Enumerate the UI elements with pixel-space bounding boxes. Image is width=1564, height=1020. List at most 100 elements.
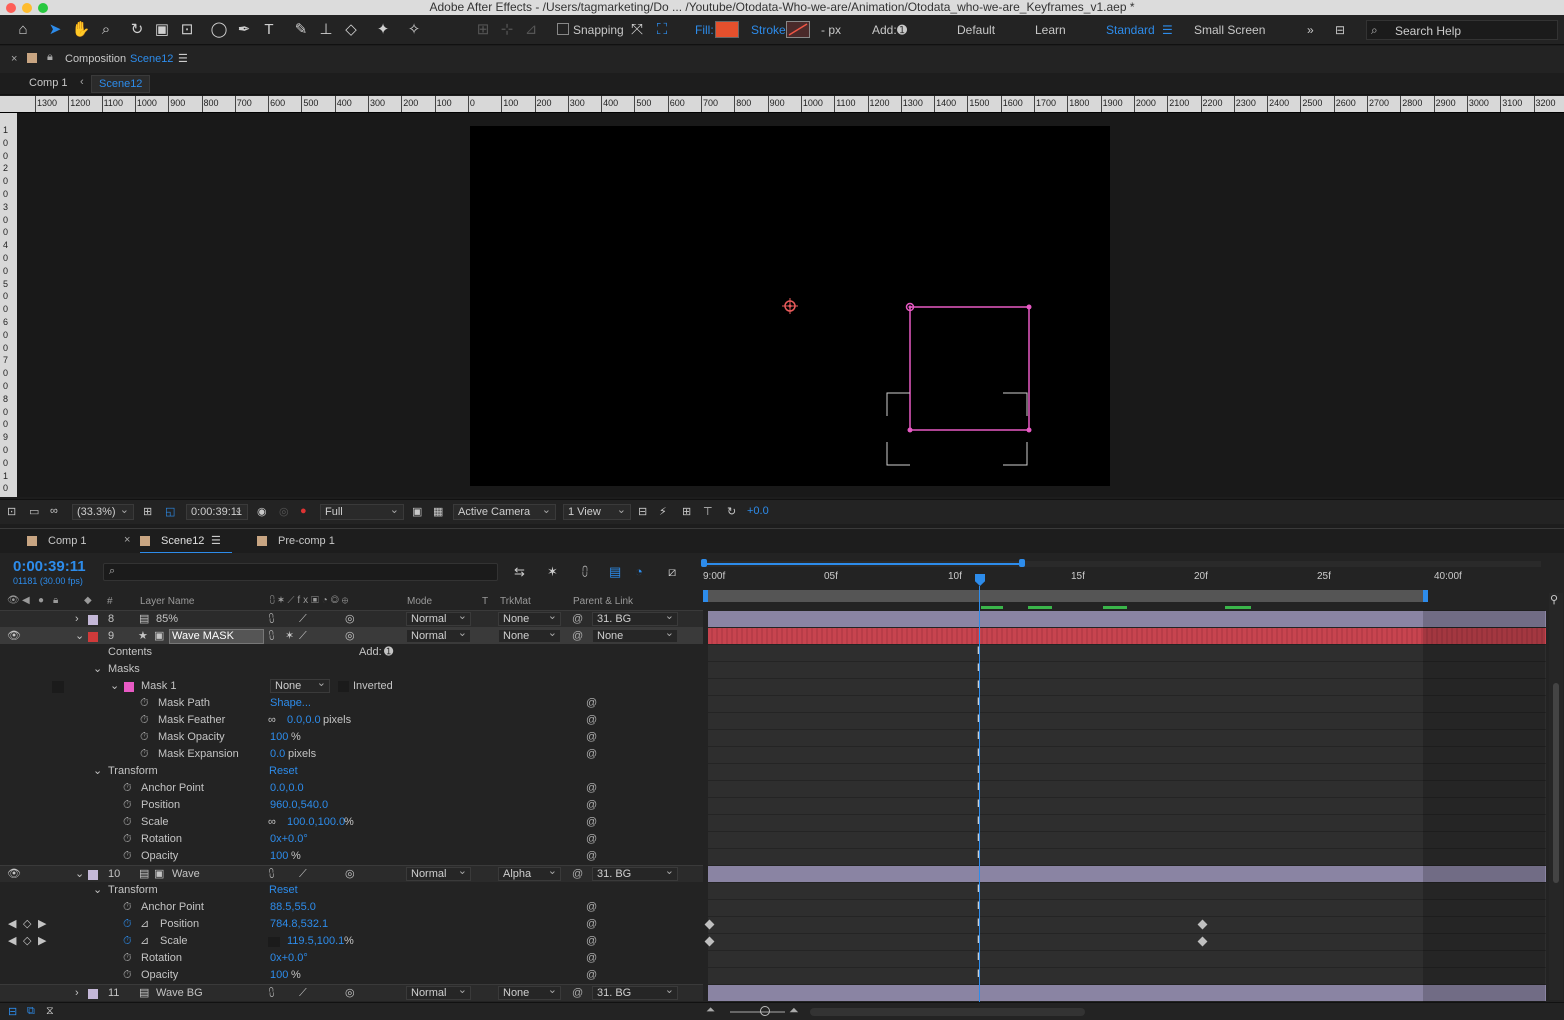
expression-pickwhip-icon[interactable]: @	[586, 746, 597, 763]
quality-switch-icon[interactable]: ⟋	[299, 866, 307, 883]
layer-duration-bar[interactable]	[708, 627, 1546, 644]
flowchart-icon[interactable]: ⊤	[703, 505, 713, 518]
fill-label[interactable]: Fill:	[695, 23, 714, 37]
search-help-field[interactable]: ⌕ Search Help	[1366, 20, 1558, 40]
draft-3d-icon[interactable]: ✶	[547, 564, 558, 580]
more-workspaces-icon[interactable]: »	[1307, 23, 1314, 37]
trkmat-dropdown[interactable]: Alpha	[498, 865, 561, 881]
scale-row[interactable]: ◀ ◇ ▶ ⏱︎ ⊿ Scale 119.5,100.1 % @	[0, 933, 703, 950]
horizontal-ruler[interactable]: 1300 1200 1100 1000 900 800 700 600 500 400 300 200…	[0, 96, 1564, 113]
zoom-slider-track[interactable]	[730, 1011, 785, 1013]
mask-path-outline[interactable]	[909, 306, 1030, 431]
graph-icon[interactable]: ⊿	[140, 933, 149, 950]
lock-icon[interactable]: 🔒︎	[47, 51, 53, 64]
opacity-row[interactable]: ⏱︎ Opacity 100 % @	[0, 848, 703, 865]
layer-mode-dropdown[interactable]: Normal	[406, 627, 471, 643]
expand-chevron-icon[interactable]: ›	[75, 611, 79, 628]
layer-label-color[interactable]	[88, 870, 98, 880]
roto-brush-tool-icon[interactable]: ✦	[372, 19, 394, 41]
quality-switch-icon[interactable]: ⟋	[299, 985, 307, 1002]
current-time-display[interactable]: 0:00:39:11	[186, 503, 248, 520]
tab-scene12[interactable]: Scene12	[161, 535, 204, 547]
camera-tool-icon[interactable]: ▣	[151, 19, 173, 41]
stopwatch-icon[interactable]: ⏱︎	[123, 899, 132, 916]
close-tab-icon[interactable]: ×	[124, 534, 130, 546]
inverted-checkbox[interactable]	[338, 681, 349, 692]
workspace-default[interactable]: Default	[957, 23, 995, 37]
stopwatch-icon[interactable]: ⏱︎	[140, 729, 149, 746]
breadcrumb-comp1[interactable]: Comp 1	[29, 77, 68, 89]
work-area-end[interactable]	[1423, 590, 1428, 602]
shy-switch-icon[interactable]: ⩇	[269, 611, 274, 628]
expression-pickwhip-icon[interactable]: @	[586, 848, 597, 865]
constrain-link-icon[interactable]: ∞	[268, 712, 276, 729]
mask-opacity-row[interactable]: ⏱︎ Mask Opacity 100 % @	[0, 729, 703, 746]
eraser-tool-icon[interactable]: ◇	[340, 19, 362, 41]
vertical-ruler[interactable]: 1 0 0 2 0 0 3 0 0 4 0 0 5 0 0 6 0 0 7 0 0 8 0 0 9 0 0 1 0	[0, 113, 17, 497]
mask1-row[interactable]: ⌄ Mask 1 None Inverted	[0, 677, 703, 695]
property-track[interactable]	[708, 746, 1546, 763]
reset-transform-link[interactable]: Reset	[269, 763, 298, 780]
pickwhip-icon[interactable]: @	[572, 628, 583, 645]
mask-feather-row[interactable]: ⏱︎ Mask Feather ∞ 0.0,0.0 pixels @	[0, 712, 703, 729]
scale-value[interactable]: 119.5,100.1	[287, 933, 344, 950]
close-panel-icon[interactable]: ×	[11, 53, 17, 65]
zoom-slider-thumb[interactable]	[760, 1006, 770, 1016]
mask-mode-dropdown[interactable]: None	[270, 677, 330, 693]
comp-flowchart-icon[interactable]: ⇆	[514, 564, 525, 580]
navigator-start-handle[interactable]	[701, 559, 707, 567]
view-axis-icon[interactable]: ⊿	[520, 19, 542, 41]
parent-dropdown[interactable]: 31. BG	[592, 865, 678, 881]
opacity-value[interactable]: 100	[270, 967, 288, 984]
motion-blur-switch-icon[interactable]: ◎	[345, 611, 355, 628]
property-track[interactable]	[708, 729, 1546, 746]
expression-pickwhip-icon[interactable]: @	[586, 899, 597, 916]
frame-blending-icon[interactable]: ▤	[609, 564, 621, 580]
stroke-label[interactable]: Stroke:	[751, 23, 789, 37]
magnification-dropdown[interactable]: (33.3%)	[72, 503, 134, 520]
stopwatch-icon[interactable]: ⏱︎	[140, 695, 149, 712]
ellipse-tool-icon[interactable]: ◯	[208, 19, 230, 41]
workspace-learn[interactable]: Learn	[1035, 23, 1066, 37]
layer-mode-dropdown[interactable]: Normal	[406, 610, 471, 626]
layer-duration-bar[interactable]	[708, 865, 1546, 882]
opacity-row[interactable]: ⏱︎ Opacity 100 % @	[0, 967, 703, 984]
collapse-chevron-icon[interactable]: ⌄	[75, 628, 84, 645]
collapse-chevron-icon[interactable]: ⌄	[93, 763, 102, 780]
expression-pickwhip-icon[interactable]: @	[586, 831, 597, 848]
anchor-point-row[interactable]: ⏱︎ Anchor Point 0.0,0.0 @	[0, 780, 703, 797]
snap-edge-icon[interactable]: ⤧	[626, 19, 648, 41]
property-track[interactable]	[708, 967, 1546, 984]
expression-pickwhip-icon[interactable]: @	[586, 712, 597, 729]
work-area-start[interactable]	[703, 590, 708, 602]
fit-frame-icon[interactable]: ⊞	[143, 505, 152, 518]
property-track[interactable]	[708, 916, 1546, 933]
next-keyframe-icon[interactable]: ▶	[38, 933, 46, 950]
region-of-interest-icon[interactable]: ▣	[412, 505, 422, 518]
layer-duration-bar[interactable]	[708, 610, 1546, 627]
rotation-row[interactable]: ⏱︎ Rotation 0x+0.0° @	[0, 831, 703, 848]
collapse-switch-icon[interactable]: ✶	[285, 628, 294, 645]
expression-pickwhip-icon[interactable]: @	[586, 780, 597, 797]
puppet-pin-tool-icon[interactable]: ✧	[403, 19, 425, 41]
scrollbar-thumb[interactable]	[1553, 683, 1559, 883]
property-track[interactable]	[708, 899, 1546, 916]
prev-keyframe-icon[interactable]: ◀	[8, 933, 16, 950]
masks-row[interactable]: ⌄ Masks	[0, 661, 703, 678]
transparency-grid-icon[interactable]: ◱	[165, 505, 175, 518]
rotate-tool-icon[interactable]: ↻	[126, 19, 148, 41]
shy-layers-icon[interactable]: ⩇	[582, 564, 588, 580]
mask-feather-value[interactable]: 0.0,0.0	[287, 712, 321, 729]
prev-keyframe-icon[interactable]: ◀	[8, 916, 16, 933]
layer-row-9[interactable]: 👁︎ ⌄ 9 ★ ▣ Wave MASK ⩇ ✶ ⟋ ◎ Normal None…	[0, 627, 703, 644]
shy-switch-icon[interactable]: ⩇	[269, 866, 274, 883]
collapse-chevron-icon[interactable]: ⌄	[75, 866, 84, 883]
snapshot-icon[interactable]: ◉	[257, 505, 267, 518]
property-track[interactable]	[708, 695, 1546, 712]
next-keyframe-icon[interactable]: ▶	[38, 916, 46, 933]
property-track[interactable]	[708, 933, 1546, 950]
camera-dropdown[interactable]: Active Camera	[453, 503, 556, 520]
property-track[interactable]	[708, 882, 1546, 899]
expression-pickwhip-icon[interactable]: @	[586, 797, 597, 814]
workspace-standard[interactable]: Standard	[1106, 23, 1155, 37]
